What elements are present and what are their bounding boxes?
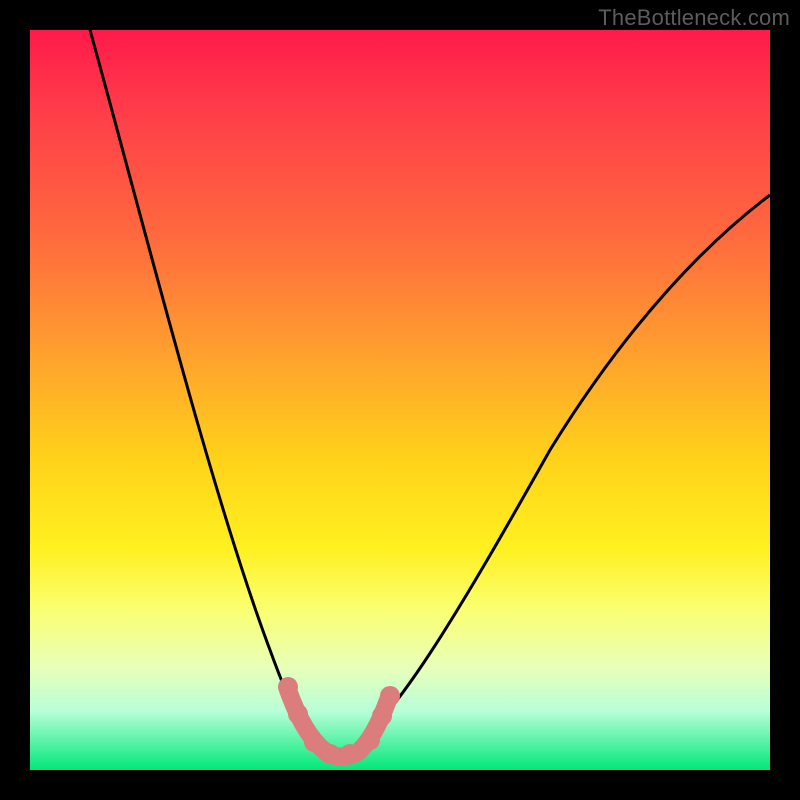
curve-left (90, 30, 330, 755)
curve-right (340, 195, 770, 756)
marker-dot (278, 677, 298, 697)
chart-frame: TheBottleneck.com (0, 0, 800, 800)
marker-dot (320, 744, 340, 764)
plot-area (30, 30, 770, 770)
curve-layer (30, 30, 770, 770)
watermark-text: TheBottleneck.com (598, 5, 790, 31)
marker-dot (372, 706, 392, 726)
marker-dot (304, 732, 324, 752)
marker-dot (340, 744, 360, 764)
marker-dot (360, 730, 380, 750)
marker-dot (380, 686, 400, 706)
marker-dot (288, 704, 308, 724)
